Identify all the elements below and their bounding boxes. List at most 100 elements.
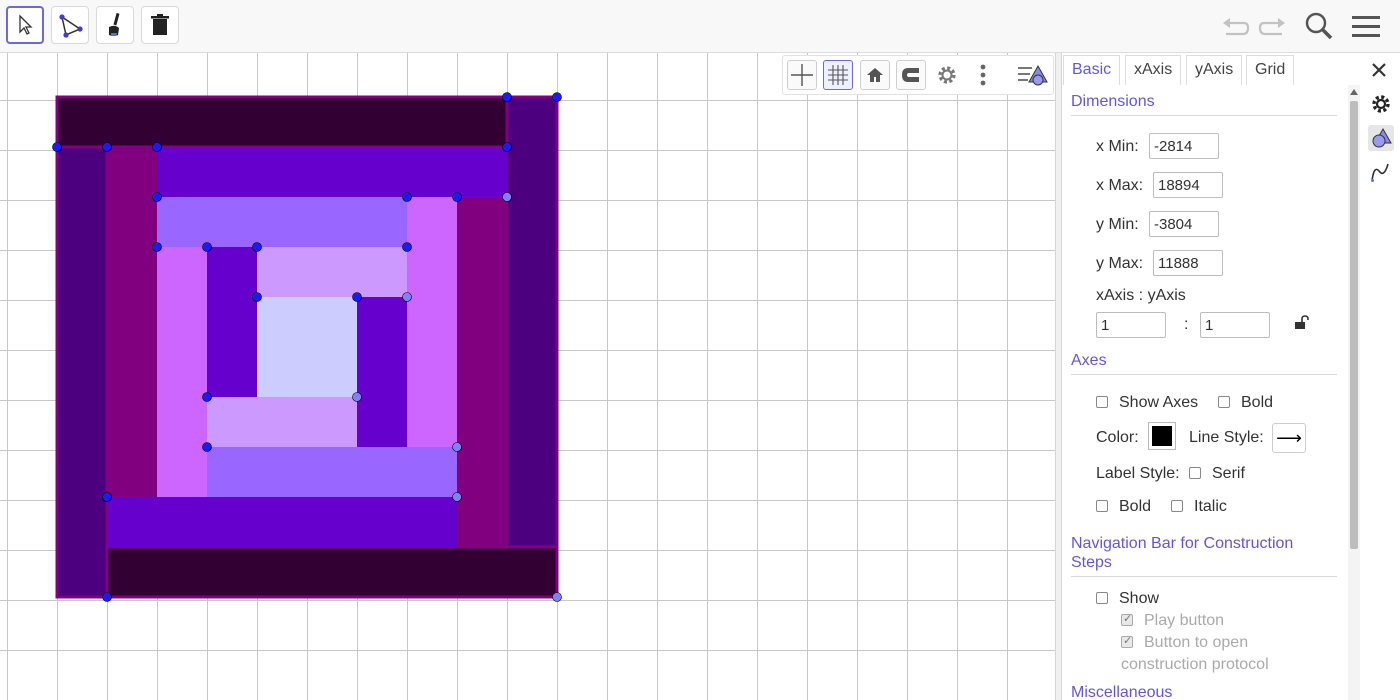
graphics-settings-tab[interactable] <box>1368 125 1394 151</box>
scroll-up-icon[interactable] <box>1350 89 1358 95</box>
quad-right-orchid[interactable] <box>407 197 457 447</box>
graphics-view[interactable] <box>0 53 1055 700</box>
point-capturing-button[interactable] <box>896 60 926 90</box>
section-axes: Axes <box>1071 352 1337 375</box>
toggle-grid-button[interactable] <box>823 60 853 90</box>
toggle-algebra-button[interactable] <box>1015 60 1051 90</box>
graphics2-settings-tab[interactable] <box>1368 159 1394 185</box>
axes-color-button[interactable] <box>1148 422 1176 450</box>
play-button-checkbox[interactable] <box>1121 612 1133 626</box>
undo-button[interactable] <box>1218 10 1252 42</box>
nav-show-checkbox[interactable] <box>1096 592 1108 604</box>
tab-grid[interactable]: Grid <box>1246 55 1295 85</box>
quad-right-magenta[interactable] <box>457 197 507 547</box>
tab-xaxis[interactable]: xAxis <box>1125 55 1182 85</box>
graphics-settings-button[interactable] <box>932 60 962 90</box>
toggle-axes-button[interactable] <box>787 60 817 90</box>
point[interactable] <box>152 242 162 252</box>
quad-top-lavender[interactable] <box>157 197 407 247</box>
quad-right-indigo[interactable] <box>357 297 407 447</box>
quad-top-lilac[interactable] <box>257 247 407 297</box>
quad-left-magenta[interactable] <box>107 147 157 497</box>
point[interactable] <box>452 192 462 202</box>
point[interactable] <box>402 292 412 302</box>
quad-center-pale[interactable] <box>257 297 357 397</box>
redo-button[interactable] <box>1256 10 1290 42</box>
graphics-style-tool-button[interactable] <box>96 6 134 44</box>
log-cabin-construction[interactable] <box>0 53 1055 700</box>
point[interactable] <box>352 392 362 402</box>
tab-basic[interactable]: Basic <box>1063 55 1121 85</box>
point[interactable] <box>452 492 462 502</box>
point[interactable] <box>102 492 112 502</box>
point[interactable] <box>502 192 512 202</box>
point[interactable] <box>152 142 162 152</box>
quad-bottom-lilac[interactable] <box>207 397 357 447</box>
point[interactable] <box>502 92 512 102</box>
search-icon <box>1305 12 1333 40</box>
point[interactable] <box>552 92 562 102</box>
global-settings-button[interactable] <box>1368 91 1394 117</box>
settings-scrollbar[interactable] <box>1348 85 1360 700</box>
ratio-lock-button[interactable] <box>1293 314 1309 335</box>
protocol-button-checkbox[interactable] <box>1121 634 1133 648</box>
point[interactable] <box>252 242 262 252</box>
axes-bold-checkbox[interactable] <box>1218 396 1230 408</box>
line-style-button[interactable]: ⟶ <box>1272 423 1306 453</box>
point[interactable] <box>352 292 362 302</box>
more-options-button[interactable] <box>968 60 998 90</box>
move-tool-button[interactable] <box>6 6 44 44</box>
label-bold-checkbox[interactable] <box>1096 500 1108 512</box>
serif-label: Serif <box>1212 465 1245 482</box>
axes-bold-label: Bold <box>1241 394 1274 411</box>
quad-top-dark[interactable] <box>55 95 509 149</box>
ratio-x-input[interactable] <box>1096 312 1166 338</box>
quad-right-violet[interactable] <box>505 95 559 599</box>
quad-bottom-lavender[interactable] <box>207 447 457 497</box>
quad-bottom-dark[interactable] <box>105 545 559 599</box>
point[interactable] <box>402 192 412 202</box>
point[interactable] <box>202 442 212 452</box>
standard-view-button[interactable] <box>860 60 890 90</box>
undo-icon <box>1223 18 1250 36</box>
quad-left-violet[interactable] <box>55 145 109 599</box>
ratio-y-input[interactable] <box>1200 312 1270 338</box>
point[interactable] <box>252 292 262 302</box>
polygon-tool-button[interactable] <box>51 6 89 44</box>
tab-yaxis[interactable]: yAxis <box>1186 55 1243 85</box>
main-menu-button[interactable] <box>1349 10 1383 42</box>
point[interactable] <box>202 242 212 252</box>
ymin-input[interactable] <box>1149 211 1219 237</box>
xmax-input[interactable] <box>1153 172 1223 198</box>
point[interactable] <box>452 442 462 452</box>
point[interactable] <box>402 242 412 252</box>
point[interactable] <box>52 142 62 152</box>
quad-left-orchid[interactable] <box>157 247 207 497</box>
trash-icon <box>151 14 169 35</box>
scrollbar-thumb[interactable] <box>1350 101 1358 549</box>
more-vertical-icon <box>980 64 986 86</box>
quad-left-indigo[interactable] <box>207 247 257 397</box>
show-axes-checkbox[interactable] <box>1096 396 1108 408</box>
point[interactable] <box>102 592 112 602</box>
gear-icon <box>1372 95 1390 113</box>
point[interactable] <box>102 142 112 152</box>
panel-divider[interactable] <box>1055 53 1062 700</box>
quad-top-indigo[interactable] <box>157 147 507 197</box>
quad-bottom-indigo[interactable] <box>107 497 457 547</box>
label-italic-checkbox[interactable] <box>1171 500 1183 512</box>
close-settings-button[interactable] <box>1368 59 1392 81</box>
magnet-icon <box>902 68 919 82</box>
point[interactable] <box>152 192 162 202</box>
point[interactable] <box>552 592 562 602</box>
point[interactable] <box>202 392 212 402</box>
delete-tool-button[interactable] <box>141 6 179 44</box>
ymax-input[interactable] <box>1153 250 1223 276</box>
axes-color-label: Color: <box>1096 429 1139 446</box>
serif-checkbox[interactable] <box>1189 467 1201 479</box>
search-button[interactable] <box>1302 10 1336 42</box>
ymax-label: y Max: <box>1096 255 1144 272</box>
point[interactable] <box>502 142 512 152</box>
xmin-input[interactable] <box>1149 133 1219 159</box>
ratio-separator: : <box>1184 316 1189 333</box>
